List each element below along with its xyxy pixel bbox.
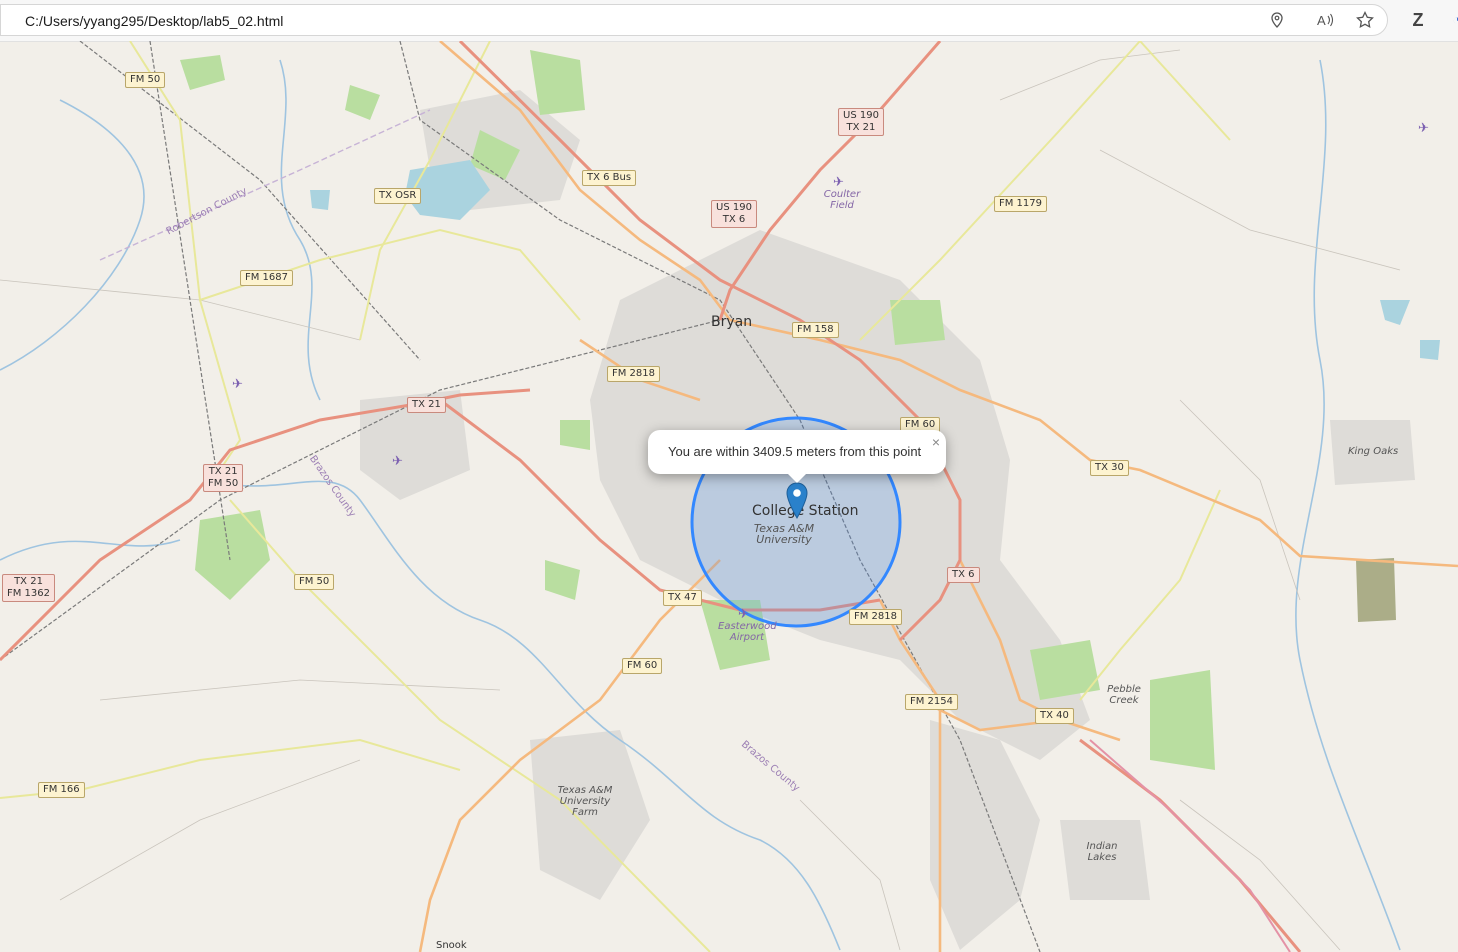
airport-icon: ✈: [833, 174, 844, 189]
road-shield-tx21-fm50: TX 21 FM 50: [203, 464, 244, 492]
place-label-tamu: Texas A&M University: [753, 522, 815, 546]
extension-z-icon[interactable]: Z: [1407, 9, 1429, 31]
city-label-bryan: Bryan: [711, 314, 753, 330]
road-shield-fm50: FM 50: [125, 72, 166, 88]
road-shield-tx6-bus: TX 6 Bus: [582, 170, 637, 186]
place-label-coulter-field: Coulter Field: [823, 189, 861, 211]
road-shield-fm1687: FM 1687: [240, 270, 294, 286]
road-shield-tx21-fm1362: TX 21 FM 1362: [2, 574, 56, 602]
url-field[interactable]: C:/Users/yyang295/Desktop/lab5_02.html: [0, 4, 1388, 36]
road-shield-tx21: TX 21: [407, 397, 446, 413]
road-shield-tx47: TX 47: [663, 590, 702, 606]
road-shield-tx6: TX 6: [947, 567, 980, 583]
road-shield-us190-tx21: US 190 TX 21: [838, 108, 884, 136]
road-shield-fm50: FM 50: [294, 574, 335, 590]
place-label-snook: Snook: [436, 940, 467, 951]
map-view[interactable]: Bryan College Station Texas A&M Universi…: [0, 41, 1458, 952]
place-label-king-oaks: King Oaks: [1348, 446, 1399, 457]
place-label-easterwood: Easterwood Airport: [718, 621, 777, 643]
road-shield-fm158: FM 158: [792, 322, 839, 338]
location-popup: You are within 3409.5 meters from this p…: [648, 430, 946, 483]
road-shield-fm2818: FM 2818: [607, 366, 661, 382]
read-aloud-icon[interactable]: A: [1314, 9, 1336, 31]
county-boundary: [99, 109, 431, 261]
airport-icon: ✈: [738, 606, 749, 621]
favorite-star-icon[interactable]: [1354, 9, 1376, 31]
popup-tip: [787, 473, 807, 483]
map-basemap: [0, 41, 1458, 952]
airport-icon: ✈: [1418, 120, 1429, 135]
place-label-indian-lakes: Indian Lakes: [1086, 841, 1118, 863]
airport-icon: ✈: [392, 453, 403, 468]
airport-icon: ✈: [232, 376, 243, 391]
svg-text:A: A: [1317, 13, 1326, 28]
road-shield-fm60: FM 60: [622, 658, 663, 674]
road-shield-fm2818: FM 2818: [849, 609, 903, 625]
url-text[interactable]: C:/Users/yyang295/Desktop/lab5_02.html: [25, 13, 283, 29]
road-shield-tx-osr: TX OSR: [374, 188, 422, 204]
road-shield-fm1179: FM 1179: [994, 196, 1048, 212]
road-shield-tx30: TX 30: [1090, 460, 1129, 476]
location-icon[interactable]: [1266, 9, 1288, 31]
road-shield-fm166: FM 166: [38, 782, 85, 798]
road-shield-fm2154: FM 2154: [905, 694, 959, 710]
road-shield-tx40: TX 40: [1035, 708, 1074, 724]
popup-message: You are within 3409.5 meters from this p…: [668, 444, 922, 459]
place-label-pebble-creek: Pebble Creek: [1107, 684, 1141, 706]
place-label-tamu-farm: Texas A&M University Farm: [557, 785, 613, 818]
browser-address-bar: C:/Users/yyang295/Desktop/lab5_02.html A…: [0, 0, 1458, 42]
popup-close-icon[interactable]: ×: [932, 434, 940, 450]
profile-edge-icon[interactable]: ◔: [1446, 9, 1458, 31]
road-shield-us190-tx6: US 190 TX 6: [711, 200, 757, 228]
